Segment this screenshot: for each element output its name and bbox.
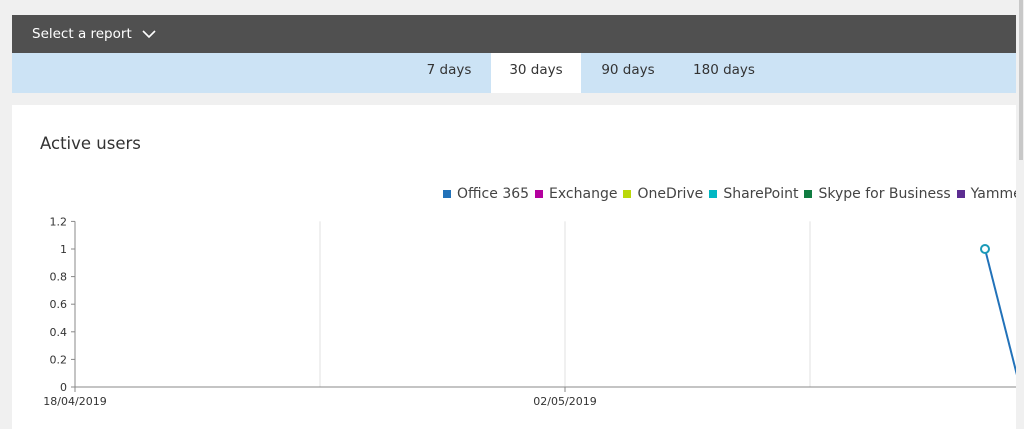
y-tick-label: 0 bbox=[60, 381, 67, 394]
active-users-card: Active users Office 365 Exchange OneDrive S… bbox=[12, 105, 1016, 429]
tab-7-days[interactable]: 7 days bbox=[412, 53, 486, 93]
period-tabs: 7 days 30 days 90 days 180 days bbox=[12, 53, 1016, 93]
y-tick-label: 0.2 bbox=[50, 353, 68, 366]
y-tick-label: 0.6 bbox=[50, 298, 68, 311]
tab-90-days[interactable]: 90 days bbox=[587, 53, 669, 93]
active-users-chart: 1.2 1 0.8 0.6 0.4 0.2 018/04/2019 02/05/2019 bbox=[43, 215, 1016, 408]
scrollbar-thumb[interactable] bbox=[1019, 0, 1023, 160]
select-report-label: Select a report bbox=[32, 26, 132, 42]
y-tick-label: 0.4 bbox=[50, 326, 68, 339]
series-line-office-365 bbox=[984, 248, 1016, 376]
data-point bbox=[980, 244, 990, 254]
chevron-down-icon bbox=[142, 30, 156, 39]
y-tick-label: 0.8 bbox=[50, 271, 68, 284]
y-tick-label: 1 bbox=[60, 243, 67, 256]
tab-180-days[interactable]: 180 days bbox=[678, 53, 770, 93]
x-tick-label: 18/04/2019 bbox=[43, 395, 106, 408]
select-report-dropdown[interactable]: Select a report bbox=[32, 26, 156, 42]
y-tick-label: 1.2 bbox=[50, 215, 68, 228]
x-tick-label: 02/05/2019 bbox=[533, 395, 596, 408]
tab-30-days[interactable]: 30 days bbox=[491, 53, 581, 93]
report-bar: Select a report bbox=[12, 15, 1016, 53]
